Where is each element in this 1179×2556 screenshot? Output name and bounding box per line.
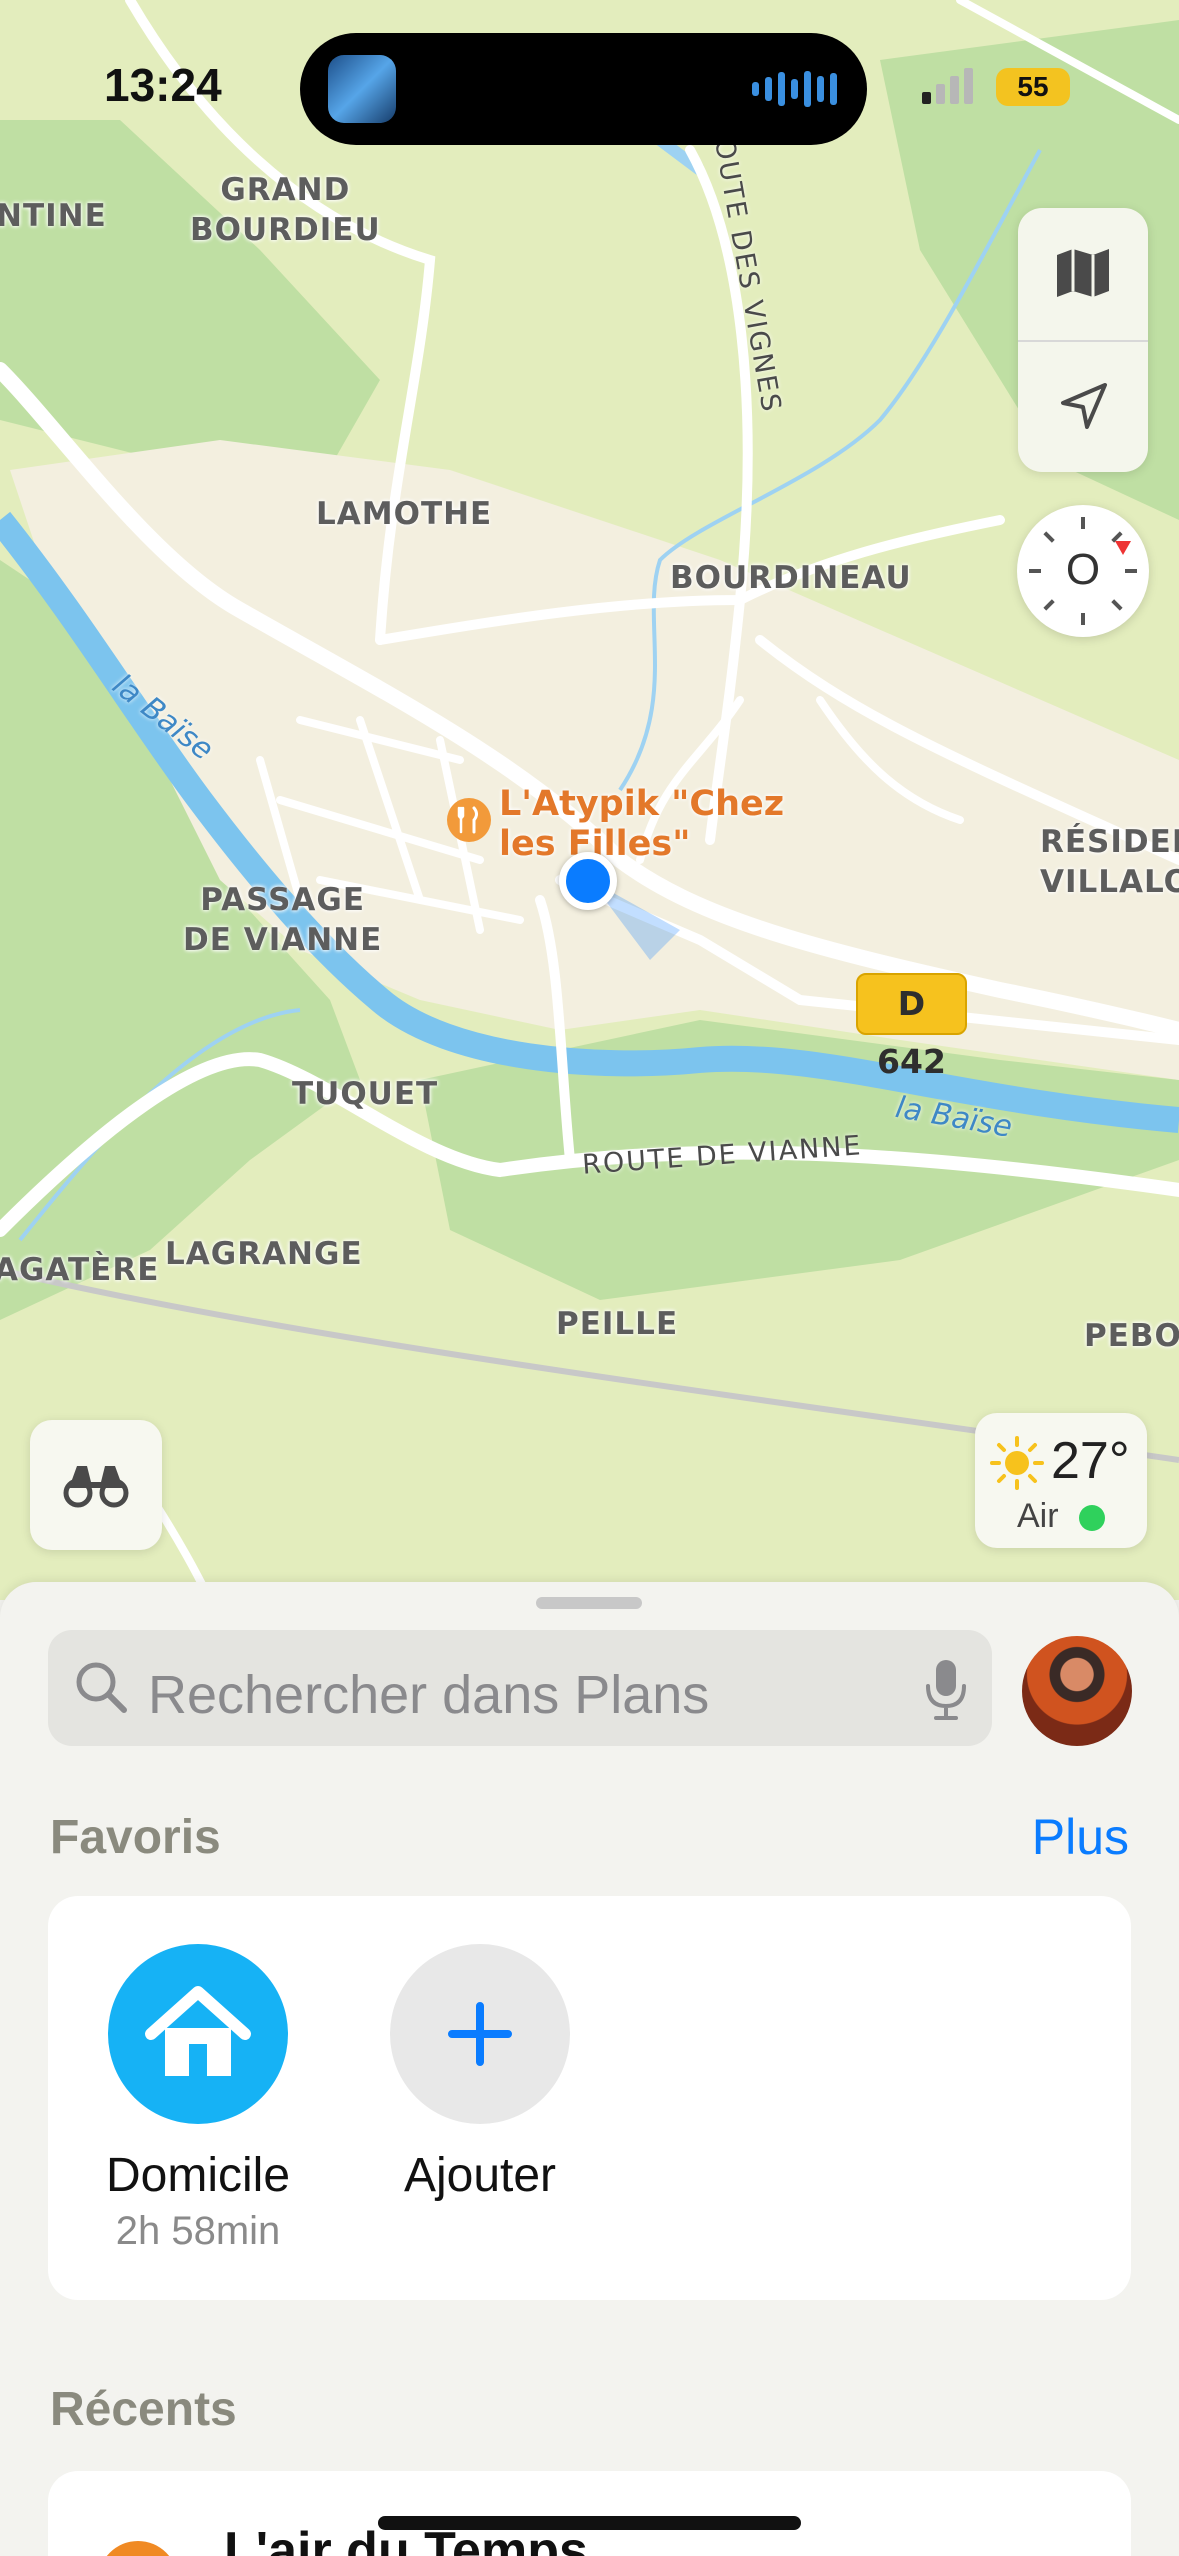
cellular-signal-icon [922,68,973,104]
place-label: AGATÈRE [0,1252,160,1288]
search-icon [76,1662,127,1713]
look-around-button[interactable] [30,1420,162,1550]
place-label: PASSAGE DE VIANNE [183,882,383,958]
home-indicator[interactable] [378,2516,801,2530]
favorite-name: Domicile [105,2149,291,2202]
search-input[interactable]: Rechercher dans Plans [148,1664,709,1726]
fork-knife-icon [457,806,478,834]
favorite-eta: 2h 58min [115,2209,281,2253]
place-label: LAGRANGE [165,1236,363,1272]
restaurant-pin[interactable] [447,798,491,842]
avatar[interactable] [1022,1636,1132,1746]
favorite-add[interactable]: Ajouter [380,1944,580,2203]
place-label: BOURDINEAU [670,560,912,596]
place-label: PEILLE [556,1306,679,1342]
compass-button[interactable]: O [1017,505,1149,637]
place-label: LAMOTHE [316,496,493,532]
favorites-card: Domicile 2h 58min Ajouter [48,1896,1131,2300]
compass-heading: O [1065,545,1101,594]
place-label: PEBO [1084,1318,1179,1354]
place-label: RÉSIDEN VILLALO [1040,824,1179,900]
clock: 13:24 [104,59,222,111]
recent-place-icon [98,2541,178,2556]
favorite-name: Ajouter [403,2149,557,2202]
place-label: GRAND BOURDIEU [190,172,381,248]
road-badge: D 642 [856,973,967,1081]
microphone-icon[interactable] [924,1656,968,1722]
weather-widget[interactable]: 27° Air [975,1413,1147,1548]
temperature: 27° [1051,1432,1130,1490]
status-bar: 13:24 55 [0,0,1179,150]
sheet-grabber[interactable] [536,1597,642,1609]
now-playing-artwork [328,55,396,123]
restaurant-name[interactable]: L'Atypik "Chez les Filles" [499,784,784,864]
map-mode-button[interactable] [1018,208,1148,338]
place-label: NTINE [0,198,107,234]
search-bar[interactable]: Rechercher dans Plans [48,1630,992,1746]
favorite-home[interactable]: Domicile 2h 58min [98,1944,298,2254]
map-icon [1057,249,1109,297]
current-location-dot[interactable] [559,852,617,910]
locate-me-button[interactable] [1018,342,1148,472]
favorite-add-circle[interactable] [390,1944,570,2124]
recents-title: Récents [50,2383,237,2436]
place-label: TUQUET [292,1076,439,1112]
air-quality-label: Air [1017,1497,1059,1535]
favorites-title: Favoris [50,1811,221,1864]
recents-card: L'air du Temps [48,2471,1131,2556]
favorite-home-circle[interactable] [108,1944,288,2124]
air-quality-dot [1079,1505,1105,1531]
plus-icon [448,2002,512,2066]
location-arrow-icon [1061,383,1107,429]
house-icon [145,1986,251,2076]
more-favorites-link[interactable]: Plus [1032,1808,1129,1866]
map-controls [1018,208,1148,472]
sun-icon [990,1436,1044,1490]
dynamic-island[interactable] [300,33,867,145]
battery-indicator: 55 [996,68,1070,106]
map-view[interactable]: GRAND BOURDIEU LAMOTHE BOURDINEAU PASSAG… [0,0,1179,1600]
binoculars-icon [63,1466,129,1508]
audio-waveform-icon [752,69,837,109]
